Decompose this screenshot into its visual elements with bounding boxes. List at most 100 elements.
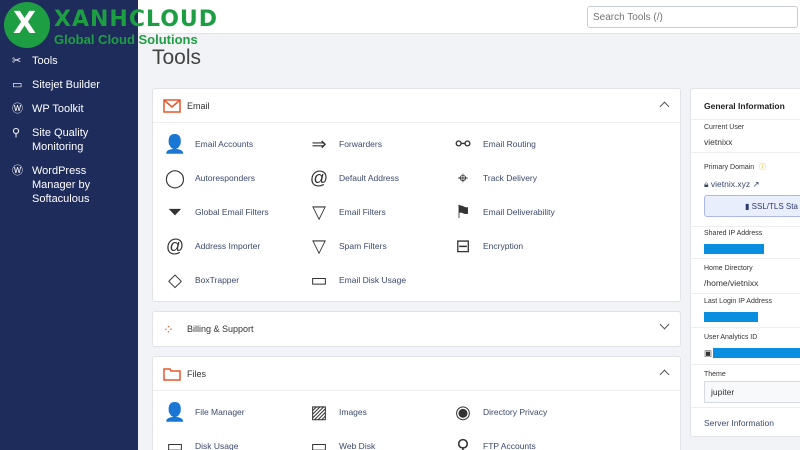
panel-title: Billing & Support [187,324,254,334]
tool-label: Images [339,407,367,417]
routing-icon: ⚯ [455,134,471,154]
bar-chart-icon: ▮ [745,202,750,211]
tool-autoresponders[interactable]: ◯ Autoresponders [163,167,255,189]
file-manager-icon: 👤 [163,402,187,422]
chevron-up-icon[interactable] [659,369,670,380]
files-panel-header[interactable]: Files [153,357,680,391]
tool-email-deliverability[interactable]: ⚑ Email Deliverability [451,201,555,223]
copy-icon[interactable]: ▣ [704,348,712,359]
tool-disk-usage[interactable]: ▭ Disk Usage [163,435,238,450]
analytics-id-label: User Analytics ID [704,334,758,341]
sidebar-item-label: WordPress Manager by Softaculous [32,165,91,205]
brand-tagline: Global Cloud Solutions [54,32,198,47]
divider [691,327,800,328]
email-panel-header[interactable]: Email [153,89,680,123]
primary-domain-value: vietnix.xyz [710,179,751,189]
sidebar-item-label: Sitejet Builder [32,79,100,91]
divider [691,364,800,365]
primary-domain-label: Primary Domain ⓘ [704,162,766,172]
tool-label: Email Routing [483,139,536,149]
forward-icon: ⇒ [311,134,327,154]
autoresponder-icon: ◯ [164,168,186,188]
info-circle-icon[interactable]: ⓘ [759,164,766,171]
tool-label: Email Disk Usage [339,275,407,285]
tool-label: Directory Privacy [483,407,548,417]
tools-icon: ✂ [12,55,22,67]
filter-icon: ▽ [312,202,326,222]
tool-label: Disk Usage [195,441,239,450]
chevron-down-icon[interactable] [659,319,670,330]
ssl-button-label: SSL/TLS Sta [751,202,798,211]
tool-default-address[interactable]: @ Default Address [307,167,399,189]
tool-forwarders[interactable]: ⇒ Forwarders [307,133,382,155]
files-tools-grid: 👤 File Manager ▨ Images ◉ Directory Privacy… [153,391,680,450]
external-link-icon: ↗ [752,179,760,189]
tool-label: Email Filters [339,207,386,217]
tool-email-filters[interactable]: ▽ Email Filters [307,201,386,223]
magnifier-icon: ⚲ [12,127,21,139]
eye-icon: ◉ [455,402,471,422]
sidebar-item-wordpress-manager[interactable]: Ⓦ WordPress Manager by Softaculous [0,160,138,210]
tool-web-disk[interactable]: ▭ Web Disk [307,435,375,450]
tool-ftp-accounts[interactable]: ⚲ FTP Accounts [451,435,536,450]
location-pin-icon: ⌖ [457,168,469,188]
divider [691,152,800,153]
primary-domain-link[interactable]: 🔒︎ vietnix.xyz ↗ [704,179,760,190]
boxtrapper-icon: ◇ [168,270,182,290]
logo-mark: X [13,6,37,41]
envelope-icon [163,98,181,113]
tool-label: Web Disk [339,441,376,450]
disk-usage-icon: ▭ [310,270,328,290]
tool-encryption[interactable]: ⊟ Encryption [451,235,523,257]
sidebar-item-sitejet[interactable]: ▭ Sitejet Builder [0,74,138,96]
redacted-analytics-id [713,348,800,358]
wordpress-icon: Ⓦ [12,165,23,177]
tool-track-delivery[interactable]: ⌖ Track Delivery [451,167,537,189]
shared-ip-label: Shared IP Address [704,230,763,237]
divider [691,258,800,259]
brand-logo[interactable]: X XANHCLOUD Global Cloud Solutions [4,2,217,48]
tool-email-disk-usage[interactable]: ▭ Email Disk Usage [307,269,406,291]
image-icon: ▨ [310,402,328,422]
top-bar [138,0,800,34]
divider [691,226,800,227]
tool-images[interactable]: ▨ Images [307,401,367,423]
sidebar-item-site-quality[interactable]: ⚲ Site Quality Monitoring [0,122,138,158]
wordpress-icon: Ⓦ [12,103,23,115]
tool-address-importer[interactable]: @ Address Importer [163,235,260,257]
search-input[interactable] [587,6,798,28]
tool-file-manager[interactable]: 👤 File Manager [163,401,245,423]
tool-label: FTP Accounts [483,441,536,450]
web-disk-icon: ▭ [310,436,328,450]
brand-name: XANHCLOUD [54,7,219,32]
tool-spam-filters[interactable]: ▽ Spam Filters [307,235,387,257]
sidebar-item-label: WP Toolkit [32,103,84,115]
tool-email-routing[interactable]: ⚯ Email Routing [451,133,536,155]
server-information-link[interactable]: Server Information [704,418,774,428]
sidebar-item-wp-toolkit[interactable]: Ⓦ WP Toolkit [0,98,138,120]
tool-label: Track Delivery [483,173,537,183]
at-import-icon: @ [165,236,185,256]
tool-label: File Manager [195,407,245,417]
divider [691,407,800,408]
home-directory-label: Home Directory [704,265,753,272]
billing-panel-header[interactable]: ⁘ Billing & Support [153,312,680,346]
tool-directory-privacy[interactable]: ◉ Directory Privacy [451,401,547,423]
tool-global-email-filters[interactable]: ⏷ Global Email Filters [163,201,269,223]
disk-icon: ▭ [166,436,184,450]
redacted-login-ip [704,312,758,322]
mailbox-icon: ⚑ [454,202,472,222]
theme-select[interactable]: jupiter [704,381,800,403]
spam-filter-icon: ▽ [312,236,326,256]
sidebar-item-tools[interactable]: ✂ Tools [0,50,138,72]
chevron-up-icon[interactable] [659,101,670,112]
tool-email-accounts[interactable]: 👤 Email Accounts [163,133,253,155]
tool-boxtrapper[interactable]: ◇ BoxTrapper [163,269,239,291]
theme-label: Theme [704,371,726,378]
sidebar: ✂ Tools ▭ Sitejet Builder Ⓦ WP Toolkit ⚲… [0,0,138,450]
email-tools-grid: 👤 Email Accounts ⇒ Forwarders ⚯ Email Routi… [153,123,680,289]
at-sign-icon: @ [309,168,329,188]
home-directory-value: /home/vietnixx [704,278,759,288]
ssl-status-button[interactable]: ▮ SSL/TLS Sta [704,195,800,217]
email-panel: Email 👤 Email Accounts ⇒ Forwarders ⚯ Email… [152,88,681,302]
